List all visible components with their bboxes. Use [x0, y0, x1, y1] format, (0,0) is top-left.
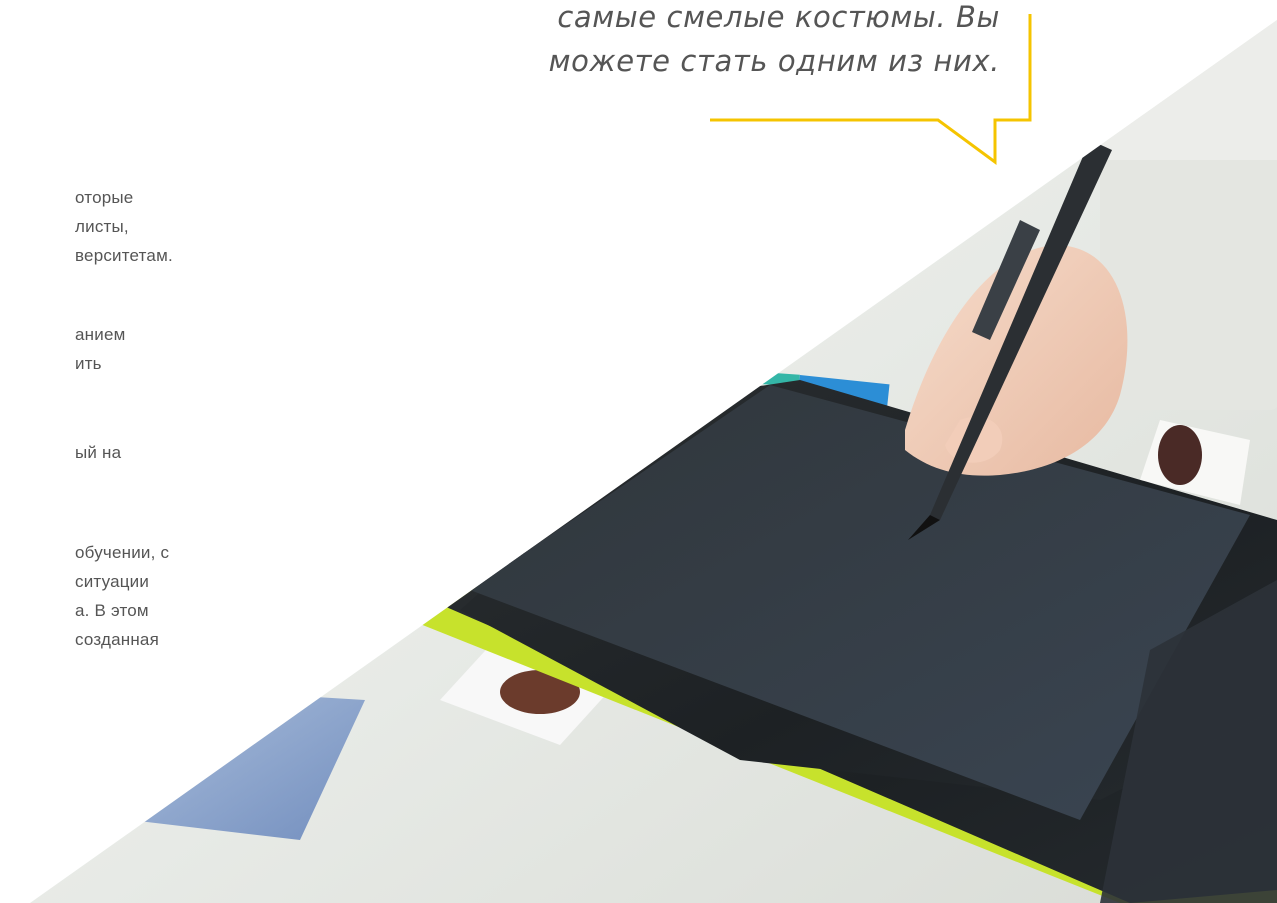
paragraph-line: ситуации	[75, 572, 150, 591]
paragraph-line: а. В этом	[75, 601, 149, 620]
paragraph-line: обучении, с	[75, 543, 170, 562]
quote-line: можете стать одним из них.	[548, 44, 1000, 78]
quote-block: самые смелые костюмы. Вы можете стать од…	[420, 0, 1000, 110]
paragraph-line: ить	[75, 354, 102, 373]
quote-line: самые смелые костюмы. Вы	[557, 0, 1000, 34]
paragraph-line: созданная	[75, 630, 159, 649]
intro-text: оторые листы, верситетам. анием ить ый н…	[0, 0, 200, 903]
paragraph-line: верситетам.	[75, 246, 173, 265]
paragraph-line: оторые	[75, 188, 134, 207]
paragraph-line: листы,	[75, 217, 129, 236]
paragraph-line: ый на	[75, 443, 122, 462]
paragraph-line: анием	[75, 325, 126, 344]
